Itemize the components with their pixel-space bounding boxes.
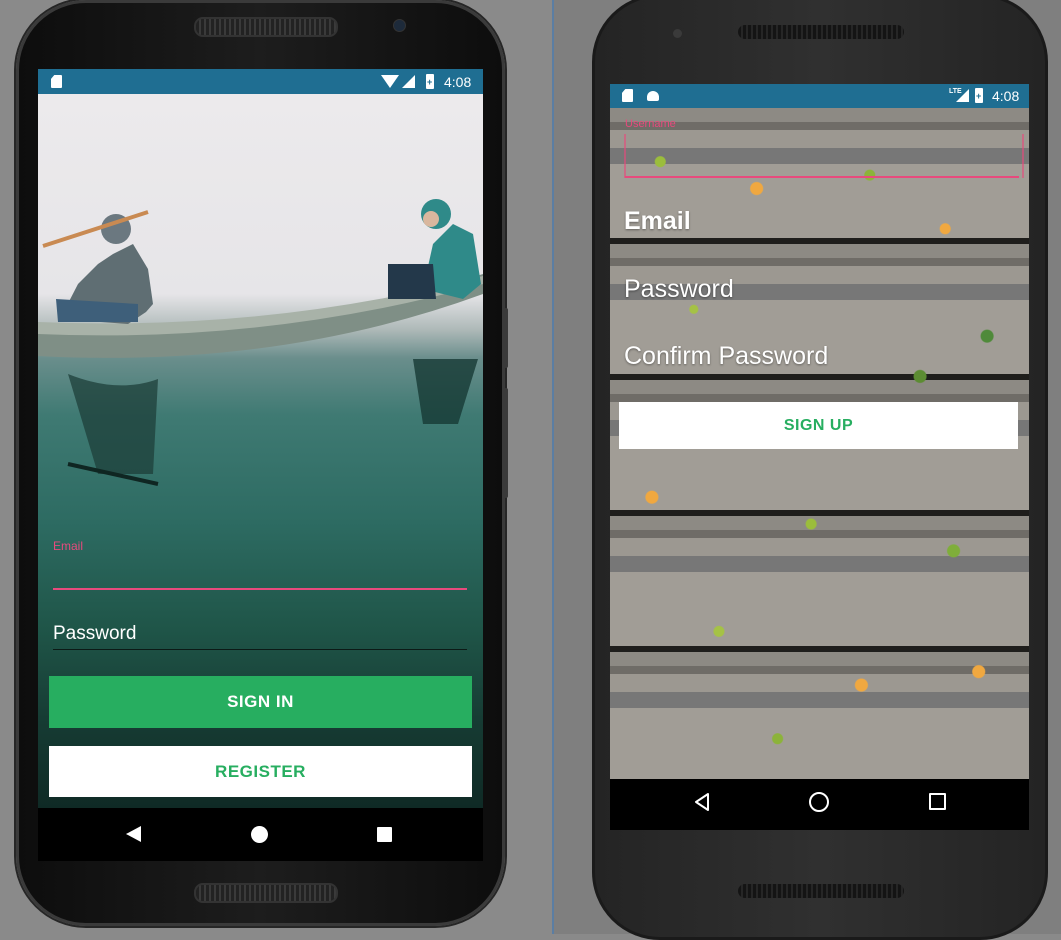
email-input[interactable] — [53, 588, 467, 590]
sd-card-icon — [51, 75, 62, 88]
status-time: 4:08 — [992, 88, 1020, 104]
android-icon — [647, 91, 659, 101]
password-underline — [53, 649, 467, 650]
home-icon[interactable] — [251, 826, 268, 843]
speaker-bottom-left — [194, 883, 338, 903]
register-button[interactable]: REGISTER — [49, 746, 472, 797]
navigation-bar-right — [610, 779, 1029, 830]
front-camera-left — [393, 19, 406, 32]
signal-icon — [402, 75, 415, 88]
home-icon[interactable] — [809, 792, 829, 812]
recents-icon[interactable] — [377, 827, 392, 842]
status-bar-left: + 4:08 — [38, 69, 483, 94]
email-floating-label: Email — [53, 539, 84, 553]
sign-up-button[interactable]: SIGN UP — [619, 402, 1018, 449]
battery-icon: + — [426, 74, 434, 89]
status-time: 4:08 — [444, 74, 472, 90]
username-floating-label: Username — [625, 118, 676, 130]
password-input[interactable]: Password — [624, 275, 734, 304]
battery-icon: + — [975, 88, 983, 103]
sign-in-button[interactable]: SIGN IN — [49, 676, 472, 728]
back-icon[interactable] — [126, 826, 141, 842]
speaker-bottom-right — [738, 884, 904, 898]
recents-icon[interactable] — [929, 793, 946, 810]
screen-right: LTE + 4:08 Username Email Password Confi… — [610, 84, 1029, 830]
wifi-icon — [381, 75, 399, 88]
lte-label: LTE — [949, 88, 962, 95]
screen-left: + 4:08 Email Password SIGN IN REGISTER — [38, 69, 483, 861]
confirm-password-input[interactable]: Confirm Password — [624, 342, 828, 371]
username-underline — [625, 176, 1019, 178]
sd-card-icon — [622, 89, 633, 102]
speaker-top-left — [194, 17, 338, 37]
status-bar-right: LTE + 4:08 — [610, 84, 1029, 108]
email-input[interactable]: Email — [624, 207, 691, 236]
back-icon[interactable] — [694, 793, 710, 811]
password-input[interactable]: Password — [53, 623, 136, 645]
speaker-top-right — [738, 25, 904, 39]
navigation-bar-left — [38, 808, 483, 861]
power-button-left[interactable] — [504, 388, 508, 498]
volume-button-left[interactable] — [504, 308, 508, 368]
front-camera-right — [673, 29, 682, 38]
username-input[interactable] — [624, 134, 1024, 178]
